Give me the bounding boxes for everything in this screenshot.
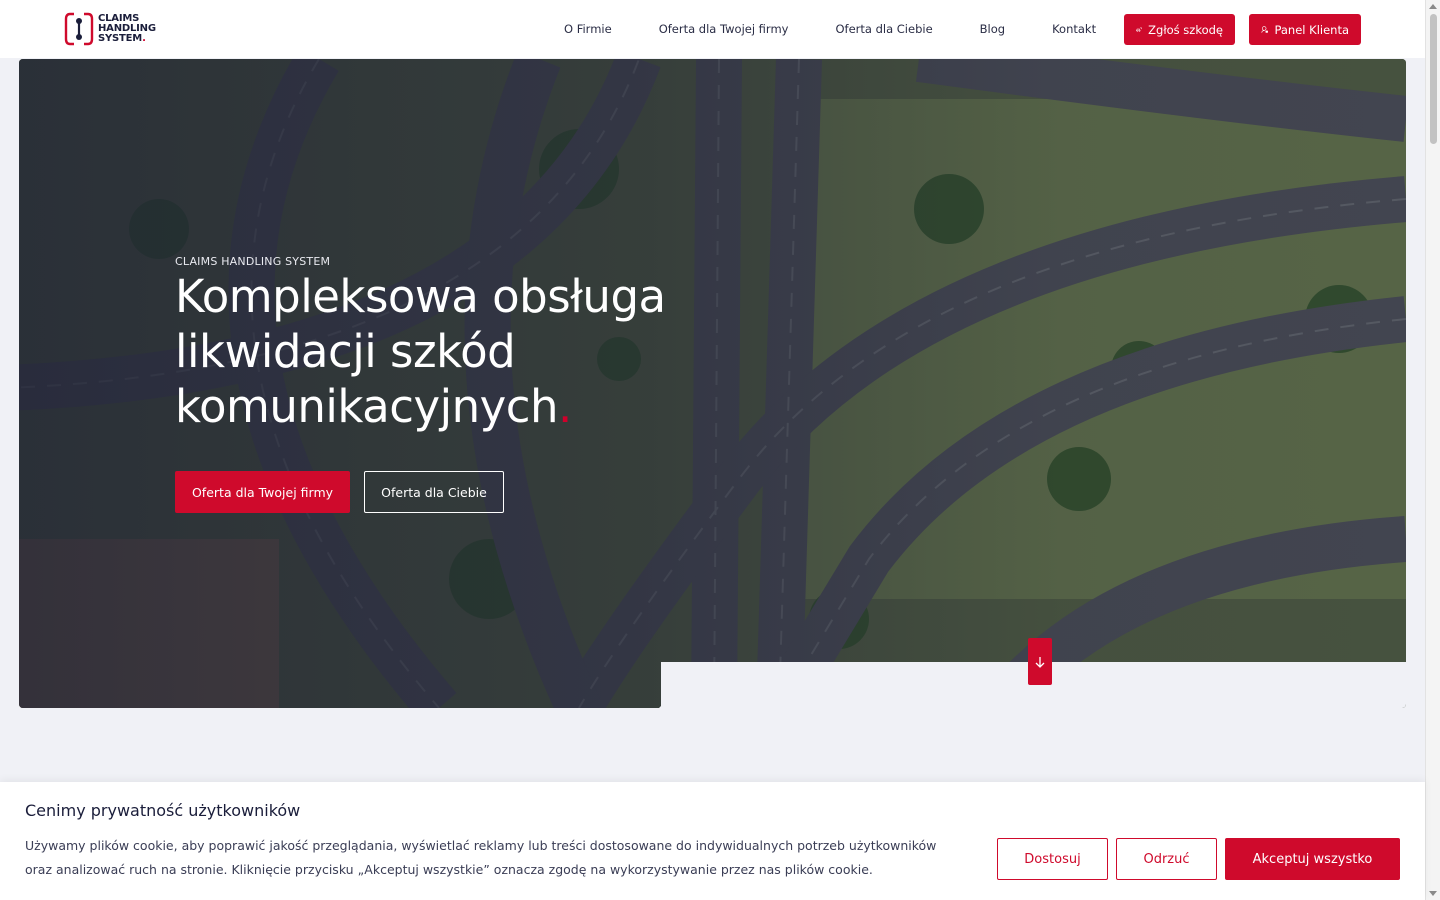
- user-lock-icon: [1261, 26, 1268, 33]
- scroll-down-arrow-icon[interactable]: [1429, 891, 1437, 896]
- client-panel-button[interactable]: Panel Klienta: [1249, 14, 1361, 45]
- logo-mark-icon: [64, 12, 94, 46]
- hero-eyebrow: CLAIMS HANDLING SYSTEM: [175, 255, 331, 268]
- cookie-title: Cenimy prywatność użytkowników: [25, 801, 301, 820]
- nav-o-firmie[interactable]: O Firmie: [564, 22, 612, 36]
- logo-text: CLAIMS HANDLING SYSTEM.: [98, 13, 156, 44]
- cookie-banner: Cenimy prywatność użytkowników Używamy p…: [0, 782, 1425, 900]
- scroll-up-arrow-icon[interactable]: [1429, 4, 1437, 9]
- offer-business-button[interactable]: Oferta dla Twojej firmy: [175, 471, 350, 513]
- arrow-down-icon: [1035, 656, 1045, 668]
- nav-oferta-ciebie[interactable]: Oferta dla Ciebie: [835, 22, 932, 36]
- cookie-customize-button[interactable]: Dostosuj: [997, 838, 1108, 880]
- logo[interactable]: CLAIMS HANDLING SYSTEM.: [64, 12, 168, 46]
- client-panel-label: Panel Klienta: [1274, 22, 1349, 37]
- offer-individual-button[interactable]: Oferta dla Ciebie: [364, 471, 504, 513]
- hero-section: CLAIMS HANDLING SYSTEM Kompleksowa obsłu…: [19, 59, 1406, 708]
- site-header: CLAIMS HANDLING SYSTEM. O Firmie Oferta …: [0, 0, 1425, 58]
- main-nav: O Firmie Oferta dla Twojej firmy Oferta …: [564, 0, 1096, 58]
- cookie-reject-button[interactable]: Odrzuć: [1116, 838, 1217, 880]
- scroll-down-button[interactable]: [1028, 638, 1052, 685]
- nav-blog[interactable]: Blog: [980, 22, 1005, 36]
- cookie-text: Używamy plików cookie, aby poprawić jako…: [25, 838, 937, 877]
- page-scrollbar[interactable]: [1425, 0, 1440, 900]
- nav-kontakt[interactable]: Kontakt: [1052, 22, 1096, 36]
- nav-oferta-firma[interactable]: Oferta dla Twojej firmy: [659, 22, 789, 36]
- report-claim-label: Zgłoś szkodę: [1148, 22, 1223, 37]
- cookie-accept-button[interactable]: Akceptuj wszystko: [1225, 838, 1400, 880]
- car-crash-icon: [1136, 27, 1143, 32]
- report-claim-button[interactable]: Zgłoś szkodę: [1124, 14, 1235, 45]
- hero-title: Kompleksowa obsługa likwidacji szkód kom…: [175, 270, 666, 433]
- scrollbar-thumb[interactable]: [1430, 14, 1437, 144]
